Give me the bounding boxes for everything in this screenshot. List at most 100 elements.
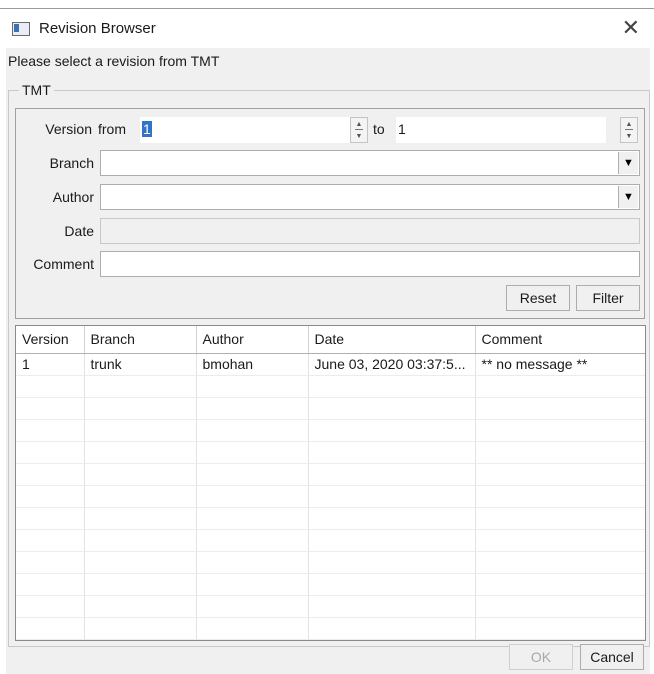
- table-cell: [196, 529, 309, 552]
- table-cell: [475, 441, 645, 464]
- table-row[interactable]: 1 trunk bmohan June 03, 2020 03:37:5... ** n…: [16, 353, 645, 376]
- filter-panel: Version from 1 ▲ ▼ to 1 ▲ ▼ Branch ▼ Autho…: [15, 108, 645, 319]
- table-row[interactable]: [16, 397, 645, 420]
- table-cell: [475, 595, 645, 618]
- table-cell: [308, 375, 476, 398]
- reset-button[interactable]: Reset: [506, 285, 570, 311]
- table-cell: [84, 573, 197, 596]
- filter-button[interactable]: Filter: [576, 285, 640, 311]
- table-cell: [84, 551, 197, 574]
- table-cell: [475, 617, 645, 640]
- table-cell: [16, 485, 85, 508]
- comment-input[interactable]: [100, 251, 640, 277]
- from-label: from: [98, 121, 126, 137]
- branch-dropdown[interactable]: ▼: [100, 150, 640, 176]
- version-from-value: 1: [142, 121, 152, 137]
- table-cell: [84, 419, 197, 442]
- table-cell: [16, 507, 85, 530]
- window-title: Revision Browser: [39, 20, 156, 37]
- table-cell: [16, 551, 85, 574]
- table-cell: [308, 573, 476, 596]
- table-cell: [16, 529, 85, 552]
- column-header[interactable]: Date: [308, 326, 476, 354]
- table-cell: bmohan: [196, 353, 309, 376]
- table-cell: [475, 551, 645, 574]
- table-cell: [475, 419, 645, 442]
- table-cell: [308, 397, 476, 420]
- table-cell: [196, 485, 309, 508]
- cancel-button[interactable]: Cancel: [580, 644, 644, 670]
- table-row[interactable]: [16, 595, 645, 618]
- version-label: Version: [45, 121, 92, 137]
- table-cell: [308, 595, 476, 618]
- spin-down-icon: ▼: [625, 133, 633, 140]
- table-cell: [16, 617, 85, 640]
- table-row[interactable]: [16, 507, 645, 530]
- table-cell: [196, 397, 309, 420]
- table-cell: ** no message **: [475, 353, 645, 376]
- close-icon[interactable]: ✕: [622, 15, 640, 41]
- table-row[interactable]: [16, 485, 645, 508]
- table-cell: [308, 419, 476, 442]
- branch-label: Branch: [49, 155, 94, 171]
- table-row[interactable]: [16, 463, 645, 486]
- table-cell: [196, 375, 309, 398]
- table-cell: [84, 507, 197, 530]
- table-cell: [16, 441, 85, 464]
- tmt-group: TMT Version from 1 ▲ ▼ to 1 ▲ ▼ Branch ▼ A…: [8, 82, 650, 647]
- table-cell: [84, 595, 197, 618]
- group-label: TMT: [19, 82, 54, 98]
- revision-table[interactable]: Version Branch Author Date Comment 1 trunk bmo…: [15, 325, 646, 641]
- comment-label: Comment: [33, 256, 94, 272]
- table-cell: [16, 397, 85, 420]
- table-cell: [84, 397, 197, 420]
- table-cell: [16, 463, 85, 486]
- table-cell: [84, 617, 197, 640]
- author-dropdown[interactable]: ▼: [100, 184, 640, 210]
- table-cell: [84, 529, 197, 552]
- table-cell: [84, 441, 197, 464]
- table-cell: [196, 507, 309, 530]
- spin-up-icon: ▲: [355, 121, 363, 128]
- table-row[interactable]: [16, 529, 645, 552]
- table-cell: [84, 463, 197, 486]
- table-cell: [16, 573, 85, 596]
- version-to-value: 1: [398, 121, 406, 137]
- version-to-spinner[interactable]: ▲ ▼: [620, 117, 638, 143]
- table-cell: [196, 463, 309, 486]
- table-cell: June 03, 2020 03:37:5...: [308, 353, 476, 376]
- column-header[interactable]: Comment: [475, 326, 645, 354]
- table-cell: [196, 617, 309, 640]
- column-header[interactable]: Branch: [84, 326, 197, 354]
- version-from-input[interactable]: 1: [140, 117, 350, 143]
- table-row[interactable]: [16, 617, 645, 640]
- date-field: [100, 218, 640, 244]
- chevron-down-icon[interactable]: ▼: [618, 152, 638, 174]
- table-row[interactable]: [16, 441, 645, 464]
- version-from-spinner[interactable]: ▲ ▼: [350, 117, 368, 143]
- table-row[interactable]: [16, 375, 645, 398]
- table-row[interactable]: [16, 573, 645, 596]
- spin-up-icon: ▲: [625, 121, 633, 128]
- table-row[interactable]: [16, 551, 645, 574]
- table-cell: [308, 463, 476, 486]
- table-cell: 1: [16, 353, 85, 376]
- ok-button[interactable]: OK: [509, 644, 573, 670]
- table-cell: [475, 375, 645, 398]
- table-cell: [196, 551, 309, 574]
- chevron-down-icon[interactable]: ▼: [618, 186, 638, 208]
- table-cell: [475, 529, 645, 552]
- table-cell: [308, 529, 476, 552]
- author-label: Author: [52, 189, 94, 205]
- table-row[interactable]: [16, 419, 645, 442]
- table-cell: [308, 441, 476, 464]
- table-cell: [308, 507, 476, 530]
- column-header[interactable]: Author: [196, 326, 309, 354]
- table-cell: [475, 573, 645, 596]
- table-cell: [475, 463, 645, 486]
- table-cell: [308, 485, 476, 508]
- version-to-input[interactable]: 1: [396, 117, 606, 143]
- table-cell: [196, 573, 309, 596]
- column-header[interactable]: Version: [16, 326, 85, 354]
- table-cell: [475, 507, 645, 530]
